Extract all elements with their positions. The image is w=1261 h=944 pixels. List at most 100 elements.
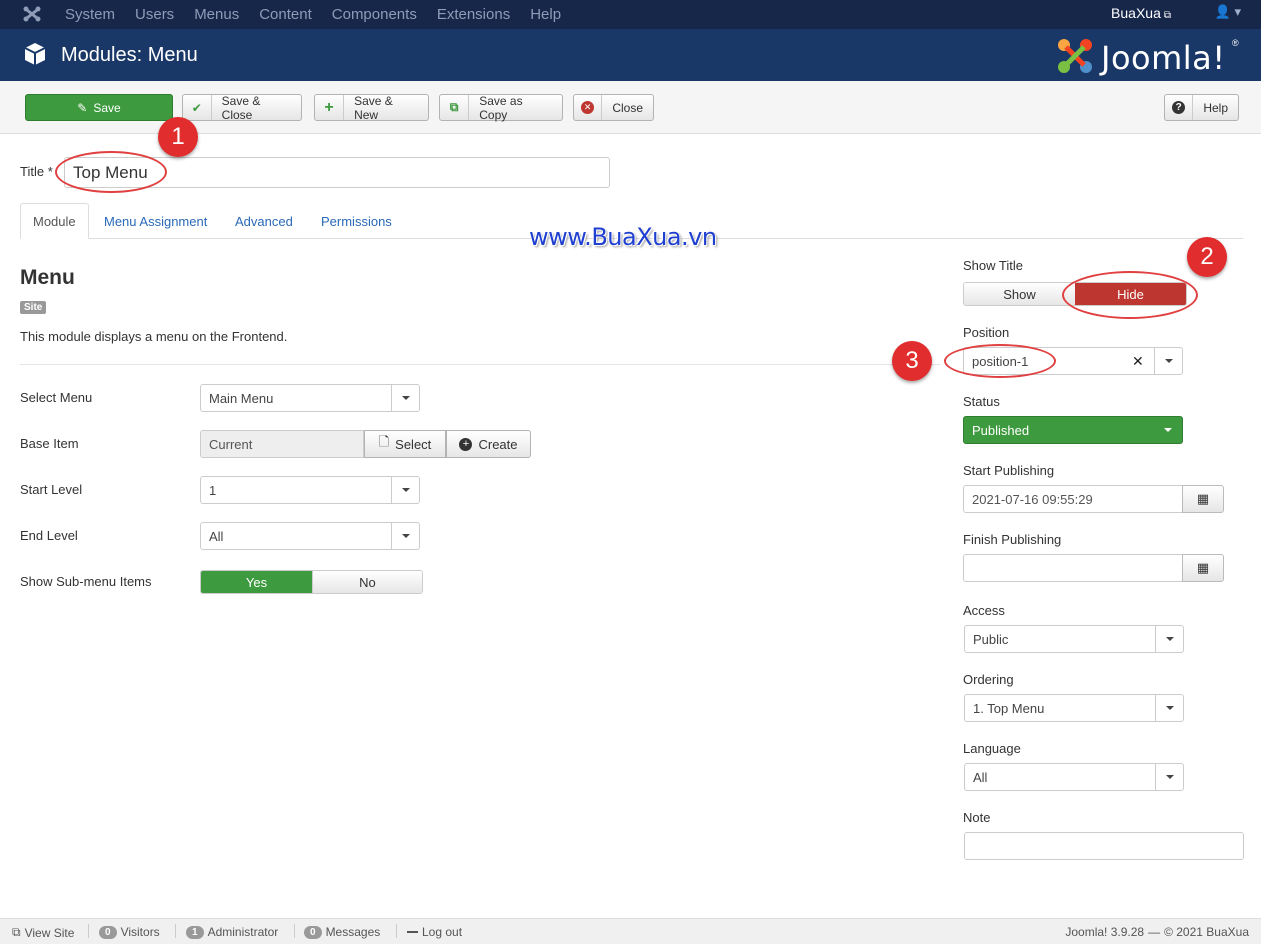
registered-mark: ® — [1232, 38, 1239, 48]
show-title-show-button[interactable]: Show — [964, 283, 1075, 305]
show-title-toggle: Show Hide — [963, 282, 1187, 306]
save-close-button[interactable]: ✔ Save & Close — [182, 93, 302, 122]
messages-count: 0 — [304, 925, 322, 939]
base-item-label: Base Item — [20, 436, 79, 451]
position-label: Position — [963, 325, 1010, 340]
close-button[interactable]: ✕ Close — [573, 94, 654, 121]
ordering-value: 1. Top Menu — [973, 700, 1045, 716]
file-icon: 🗋 — [378, 434, 390, 449]
position-dropdown[interactable]: position-1 ✕ — [963, 347, 1183, 375]
status-bar: ⧉ View Site 0 Visitors 1 Administrator 0 Mes… — [0, 918, 1261, 944]
chevron-down-icon — [1154, 348, 1182, 374]
version-text: Joomla! 3.9.28 — [1065, 925, 1145, 939]
minus-icon — [407, 931, 418, 933]
menu-components[interactable]: Components — [332, 6, 417, 23]
chevron-down-icon — [1155, 626, 1183, 652]
status-label: Status — [963, 394, 1000, 409]
tab-module[interactable]: Module — [20, 203, 89, 239]
base-item-create-button[interactable]: + Create — [446, 430, 531, 458]
save-copy-button[interactable]: ⧉ Save as Copy — [439, 93, 563, 122]
language-dropdown[interactable]: All — [964, 763, 1184, 791]
plus-icon: + — [315, 95, 345, 120]
logout-link[interactable]: Log out — [407, 925, 462, 939]
joomla-logo-icon[interactable] — [22, 5, 42, 23]
chevron-down-icon — [391, 385, 419, 411]
chevron-down-icon — [391, 477, 419, 503]
menu-help[interactable]: Help — [530, 6, 561, 23]
site-link[interactable]: BuaXua ⧉ — [1111, 5, 1171, 21]
divider — [20, 364, 940, 365]
access-label: Access — [963, 603, 1005, 618]
language-label: Language — [963, 741, 1021, 756]
menu-menus[interactable]: Menus — [194, 6, 239, 23]
footer-credit: Joomla! 3.9.28— © 2021 BuaXua — [1065, 925, 1249, 939]
module-heading: Menu — [20, 266, 75, 289]
help-button[interactable]: ? Help — [1164, 94, 1239, 121]
ordering-dropdown[interactable]: 1. Top Menu — [964, 694, 1184, 722]
save-button[interactable]: ✎ Save — [25, 94, 173, 121]
tab-menu-assignment[interactable]: Menu Assignment — [92, 203, 219, 239]
submenu-no-button[interactable]: No — [311, 571, 422, 593]
base-item-select-button[interactable]: 🗋 Select — [364, 430, 446, 458]
menu-extensions[interactable]: Extensions — [437, 6, 510, 23]
status-dropdown[interactable]: Published — [963, 416, 1183, 444]
annotation-badge-3: 3 — [892, 341, 932, 381]
dash-separator: — — [1148, 925, 1161, 939]
site-name: BuaXua — [1111, 5, 1161, 21]
view-site-label: View Site — [24, 925, 75, 940]
title-input[interactable]: Top Menu — [64, 157, 610, 188]
messages-link[interactable]: 0 Messages — [304, 925, 380, 939]
messages-label: Messages — [325, 925, 381, 939]
top-navbar: System Users Menus Content Components Ex… — [0, 0, 1261, 29]
tab-advanced[interactable]: Advanced — [223, 203, 305, 239]
start-level-label: Start Level — [20, 482, 83, 497]
question-icon: ? — [1165, 95, 1194, 120]
access-dropdown[interactable]: Public — [964, 625, 1184, 653]
end-level-dropdown[interactable]: All — [200, 522, 420, 550]
select-menu-dropdown[interactable]: Main Menu — [200, 384, 420, 412]
select-menu-label: Select Menu — [20, 390, 93, 405]
end-level-label: End Level — [20, 528, 78, 543]
administrator-link[interactable]: 1 Administrator — [186, 925, 278, 939]
note-input[interactable] — [964, 832, 1244, 860]
start-level-dropdown[interactable]: 1 — [200, 476, 420, 504]
start-publishing-label: Start Publishing — [963, 463, 1055, 478]
submenu-label: Show Sub-menu Items — [20, 574, 152, 589]
chevron-down-icon — [1155, 764, 1183, 790]
user-menu-icon[interactable]: 👤 ▾ — [1215, 4, 1241, 20]
calendar-icon[interactable]: ▦ — [1182, 485, 1224, 513]
select-label: Select — [395, 436, 432, 452]
tab-permissions[interactable]: Permissions — [309, 203, 404, 239]
finish-publishing-input[interactable] — [963, 554, 1183, 582]
divider — [88, 924, 89, 938]
divider — [396, 924, 397, 938]
save-label: Save — [93, 100, 121, 115]
visitors-link[interactable]: 0 Visitors — [99, 925, 160, 939]
calendar-icon[interactable]: ▦ — [1182, 554, 1224, 582]
save-copy-label: Save as Copy — [479, 93, 523, 122]
save-close-label: Save & Close — [221, 93, 261, 122]
close-label: Close — [612, 100, 643, 115]
view-site-link[interactable]: ⧉ View Site — [12, 925, 74, 940]
menu-system[interactable]: System — [65, 6, 115, 23]
help-label: Help — [1203, 100, 1228, 115]
title-label: Title * — [20, 164, 53, 179]
status-value: Published — [972, 422, 1030, 438]
copy-icon: ⧉ — [440, 95, 470, 120]
start-publishing-input[interactable]: 2021-07-16 09:55:29 — [963, 485, 1183, 513]
clear-icon[interactable]: ✕ — [1132, 353, 1144, 370]
menu-content[interactable]: Content — [259, 6, 312, 23]
plus-circle-icon: + — [459, 437, 473, 451]
chevron-down-icon — [391, 523, 419, 549]
visitors-count: 0 — [99, 925, 117, 939]
logout-label: Log out — [422, 925, 463, 939]
cube-icon — [24, 43, 46, 65]
show-title-hide-button[interactable]: Hide — [1075, 283, 1186, 305]
external-link-icon: ⧉ — [12, 925, 21, 939]
close-icon: ✕ — [574, 95, 603, 120]
menu-users[interactable]: Users — [135, 6, 174, 23]
save-new-button[interactable]: + Save & New — [314, 94, 429, 122]
submenu-yes-button[interactable]: Yes — [201, 571, 312, 593]
divider — [294, 924, 295, 938]
chevron-down-icon — [1155, 695, 1183, 721]
